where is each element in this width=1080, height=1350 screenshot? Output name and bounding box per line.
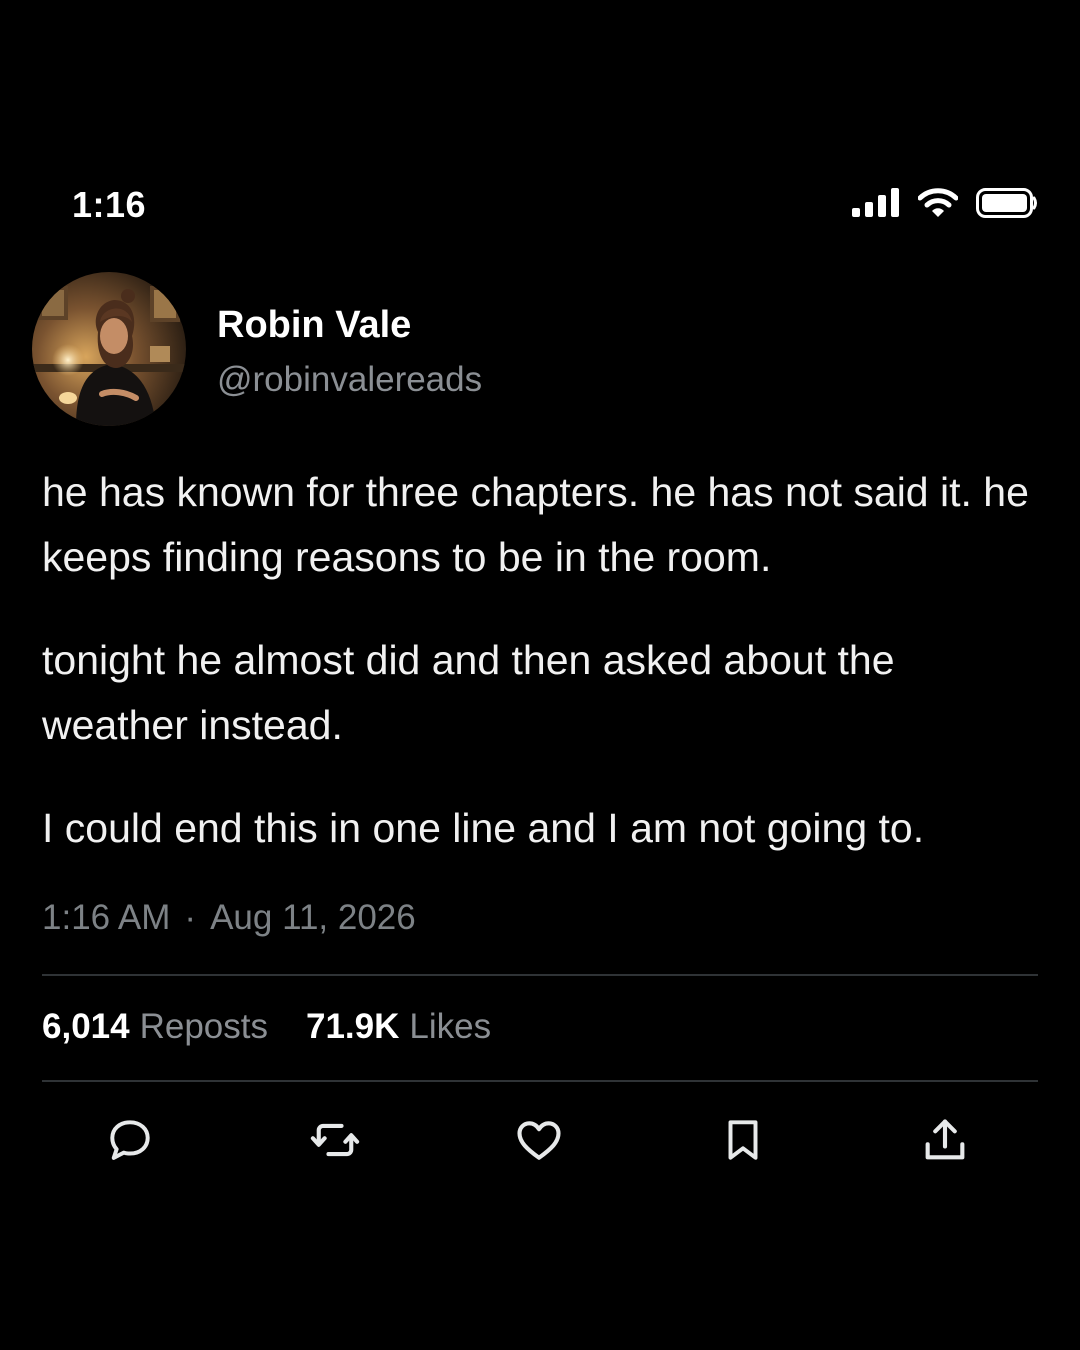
battery-icon [976,188,1037,218]
bookmark-button[interactable] [713,1110,773,1170]
post-paragraph: tonight he almost did and then asked abo… [42,637,895,748]
like-icon [517,1121,561,1160]
action-bar [0,1110,1080,1174]
status-bar: 1:16 [0,170,1080,240]
bookmark-icon [728,1120,758,1160]
reposts-stat[interactable]: 6,014 Reposts [42,1007,268,1047]
post-paragraph: he has known for three chapters. he has … [42,469,1029,580]
reply-button[interactable] [100,1110,160,1170]
likes-label: Likes [409,1007,492,1046]
share-button[interactable] [915,1110,975,1170]
post-time: 1:16 AM [42,898,171,937]
post-date: Aug 11, 2026 [210,898,416,937]
avatar[interactable] [32,272,186,426]
wifi-icon [918,188,958,217]
profile-photo [32,272,186,426]
engagement-stats: 6,014 Reposts 71.9K Likes [42,1007,529,1047]
post-author: Robin Vale @robinvalereads [32,272,1032,428]
divider [42,1080,1038,1082]
post-text: he has known for three chapters. he has … [42,460,1042,899]
like-button[interactable] [509,1110,569,1170]
reposts-label: Reposts [139,1007,268,1046]
likes-count: 71.9K [306,1007,400,1046]
reposts-count: 6,014 [42,1007,130,1046]
display-name[interactable]: Robin Vale [217,304,411,347]
status-time: 1:16 [72,184,147,225]
post-paragraph: I could end this in one line and I am no… [42,805,925,851]
repost-button[interactable] [305,1110,365,1170]
post-timestamp[interactable]: 1:16 AM · Aug 11, 2026 [42,898,416,938]
likes-stat[interactable]: 71.9K Likes [306,1007,491,1047]
repost-icon [310,1123,360,1157]
divider [42,974,1038,976]
share-icon [925,1119,965,1160]
reply-icon [110,1120,150,1160]
cellular-signal-icon [852,188,899,217]
timestamp-separator: · [184,898,197,937]
user-handle[interactable]: @robinvalereads [217,360,482,400]
status-icons [852,188,1038,218]
